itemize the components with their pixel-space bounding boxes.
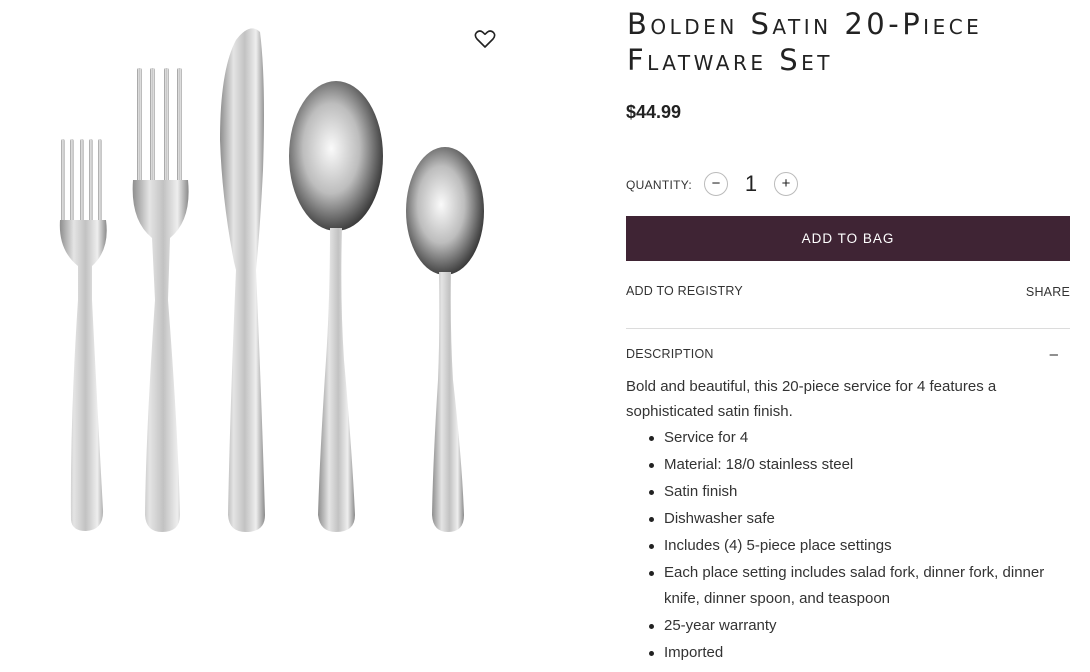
quantity-value[interactable]: 1: [734, 170, 768, 198]
feature-item: Satin finish: [626, 479, 1066, 505]
favorite-button[interactable]: [472, 26, 498, 52]
heart-outline-icon: [474, 30, 496, 48]
feature-list: Service for 4 Material: 18/0 stainless s…: [626, 425, 1066, 667]
feature-item: Service for 4: [626, 425, 1066, 451]
quantity-label: QUANTITY:: [626, 178, 693, 192]
dinner-fork: [132, 68, 189, 532]
description-text: Bold and beautiful, this 20-piece servic…: [626, 378, 997, 420]
add-to-bag-button[interactable]: ADD TO BAG: [626, 216, 1070, 261]
divider: [626, 328, 1070, 329]
description-label: DESCRIPTION: [626, 347, 714, 361]
teaspoon: [406, 147, 484, 532]
product-details: Bolden Satin 20-Piece Flatware Set $44.9…: [626, 0, 1070, 672]
feature-item: Imported: [626, 640, 1066, 666]
dinner-knife: [220, 28, 265, 533]
product-image: [0, 0, 560, 672]
product-title: Bolden Satin 20-Piece Flatware Set: [627, 6, 982, 78]
quantity-selector: QUANTITY: − 1 +: [626, 170, 826, 198]
product-price: $44.99: [626, 102, 682, 122]
quantity-increase-button[interactable]: +: [774, 172, 798, 196]
quantity-decrease-button[interactable]: −: [704, 172, 728, 196]
feature-item: Each place setting includes salad fork, …: [626, 560, 1066, 612]
salad-fork: [59, 139, 107, 531]
dinner-spoon: [289, 81, 383, 532]
feature-item: Includes (4) 5-piece place settings: [626, 533, 1066, 559]
feature-item: Dishwasher safe: [626, 506, 1066, 532]
feature-item: Material: 18/0 stainless steel: [626, 452, 1066, 478]
plus-icon: +: [781, 175, 791, 192]
share-link[interactable]: SHARE: [1026, 285, 1070, 299]
product-title-line2: Flatware Set: [627, 43, 834, 77]
collapse-icon[interactable]: –: [1050, 346, 1058, 363]
product-title-line1: Bolden Satin 20-Piece: [627, 7, 983, 41]
feature-item: 25-year warranty: [626, 613, 1066, 639]
minus-icon: −: [711, 175, 721, 192]
description-accordion-header[interactable]: DESCRIPTION –: [626, 346, 1070, 364]
add-to-registry-link[interactable]: ADD TO REGISTRY: [626, 284, 743, 298]
flatware-illustration: [59, 28, 484, 533]
